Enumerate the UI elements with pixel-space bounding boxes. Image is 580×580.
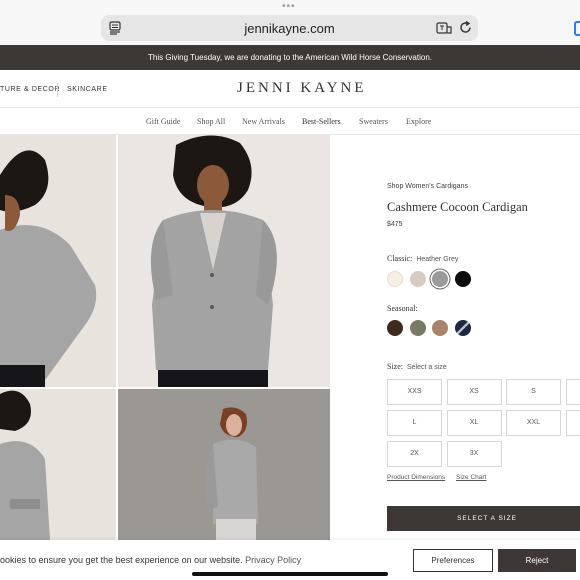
cookie-preferences-button[interactable]: Preferences (413, 549, 493, 572)
selected-color-name: Heather Grey (416, 256, 459, 263)
product-title: Cashmere Cocoon Cardigan (387, 200, 528, 214)
size-option-xxl[interactable]: XXL (506, 410, 561, 436)
size-option-2x[interactable]: 2X (387, 441, 442, 467)
cookie-reject-button[interactable]: Reject (498, 549, 576, 572)
size-option-l[interactable]: L (387, 410, 442, 436)
size-option-s[interactable]: S (506, 379, 561, 405)
product-image-front-left[interactable] (0, 135, 116, 387)
nav-new-arrivals[interactable]: New Arrivals (242, 117, 285, 126)
classic-label-text: Classic: (387, 254, 413, 263)
product-dimensions-link[interactable]: Product Dimensions (387, 474, 445, 481)
size-label-text: Size: (387, 362, 403, 371)
brand-logo[interactable]: JENNI KAYNE (237, 80, 367, 97)
reload-icon[interactable] (458, 20, 473, 35)
swatch-navy-stripe[interactable] (454, 320, 471, 336)
swatch-ivory[interactable] (387, 271, 403, 287)
swatch-heather-grey[interactable] (432, 271, 448, 287)
seasonal-color-label: Seasonal: (387, 304, 418, 313)
address-bar[interactable]: jennikayne.com (101, 15, 478, 41)
swatch-black[interactable] (454, 271, 471, 287)
privacy-policy-link[interactable]: Privacy Policy (245, 555, 301, 565)
nav-explore[interactable]: Explore (406, 117, 431, 126)
sidebar-edge-icon[interactable] (574, 21, 580, 36)
product-image-front[interactable] (118, 135, 330, 387)
header-link-furniture-decor[interactable]: TURE & DECOR (0, 86, 60, 93)
nav-gift-guide[interactable]: Gift Guide (146, 117, 180, 126)
site-header: TURE & DECOR SKINCARE JENNI KAYNE (0, 70, 580, 108)
cookie-text: ookies to ensure you get the best experi… (0, 555, 243, 565)
size-prompt: Select a size (407, 364, 447, 371)
size-chart-link[interactable]: Size Chart (456, 474, 486, 481)
product-image-side[interactable] (118, 389, 330, 540)
size-option-xs[interactable]: XS (446, 379, 502, 405)
size-option-hidden-7[interactable] (565, 410, 580, 436)
cookie-message: ookies to ensure you get the best experi… (0, 555, 301, 565)
select-size-button[interactable]: SELECT A SIZE (387, 506, 580, 531)
size-option-3x[interactable]: 3X (446, 441, 502, 467)
nav-sweaters[interactable]: Sweaters (359, 117, 388, 126)
url-text: jennikayne.com (244, 21, 335, 36)
product-image-side-left[interactable] (0, 389, 116, 540)
announcement-bar[interactable]: This Giving Tuesday, we are donating to … (0, 45, 580, 70)
classic-color-label: Classic: Heather Grey (387, 254, 458, 263)
swatch-olive[interactable] (409, 320, 426, 336)
breadcrumb[interactable]: Shop Women's Cardigans (387, 183, 468, 190)
size-option-xxs[interactable]: XXS (387, 379, 442, 405)
nav-best-sellers[interactable]: Best-Sellers (302, 117, 341, 126)
tab-overview-dots[interactable]: ••• (282, 2, 296, 12)
main-nav: Gift Guide Shop All New Arrivals Best-Se… (0, 108, 580, 135)
size-option-xl[interactable]: XL (446, 410, 502, 436)
header-divider (57, 83, 58, 97)
swatch-chocolate[interactable] (387, 320, 403, 336)
nav-shop-all[interactable]: Shop All (197, 117, 225, 126)
swatch-camel[interactable] (432, 320, 448, 336)
header-link-skincare[interactable]: SKINCARE (67, 86, 108, 93)
home-indicator[interactable] (192, 572, 388, 576)
size-label: Size: Select a size (387, 362, 447, 371)
product-price: $475 (387, 221, 403, 228)
translate-icon[interactable] (436, 21, 452, 35)
browser-chrome: ••• jennikayne.com (0, 0, 580, 45)
size-option-hidden-3[interactable] (565, 379, 580, 405)
swatch-oatmeal[interactable] (409, 271, 426, 287)
